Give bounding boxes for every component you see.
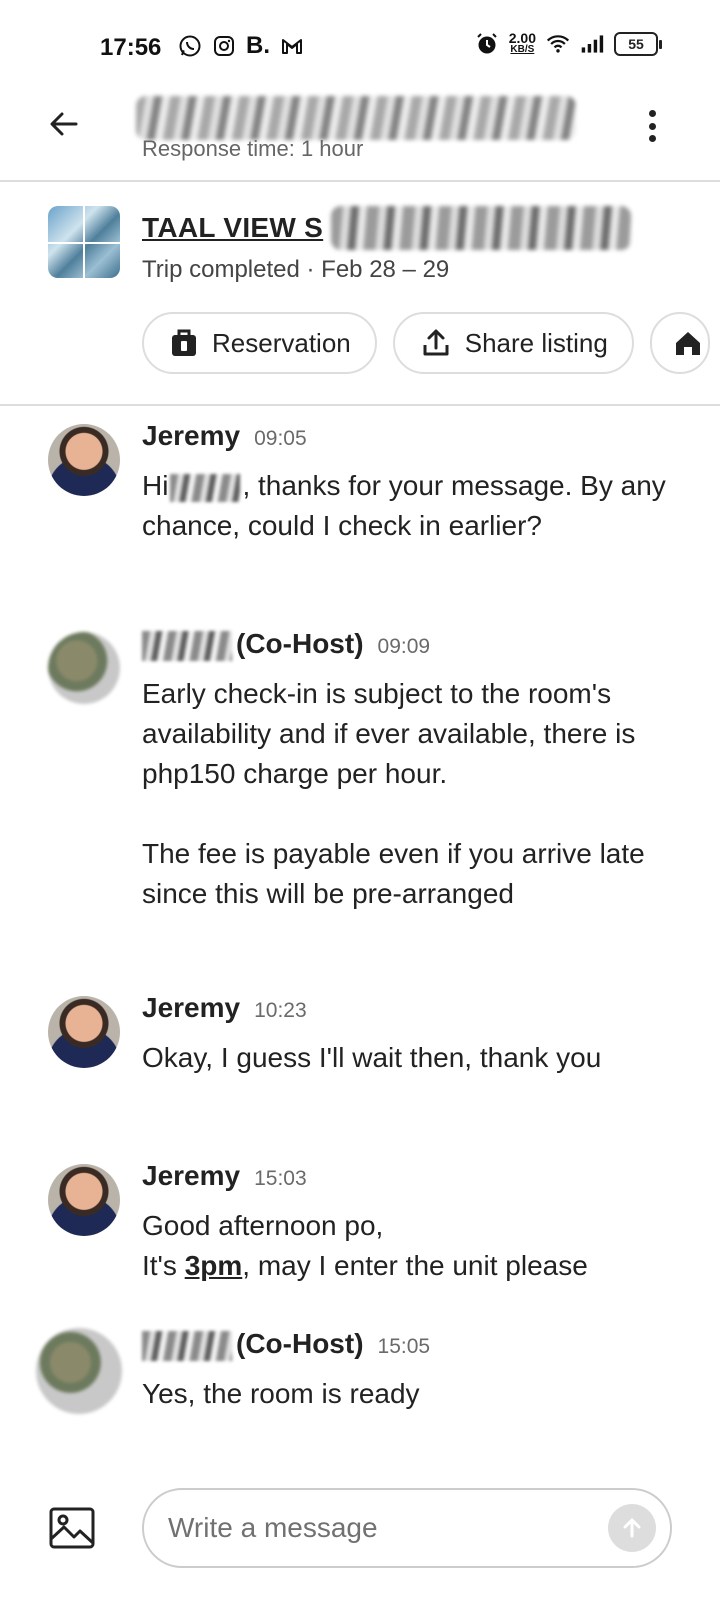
sender-name: (Co-Host) [142,628,364,661]
listing-title-redacted [331,206,632,250]
attach-photo-button[interactable] [48,1506,96,1550]
send-button[interactable] [608,1504,656,1552]
back-arrow-icon [50,112,78,136]
share-icon [423,329,449,356]
name-redacted [170,473,241,502]
instagram-icon [212,34,236,58]
listing-card: TAAL VIEW S Trip completed · Feb 28 – 29… [0,184,720,406]
listing-action-chips: Reservation Share listing [142,312,710,374]
message-time: 15:05 [377,1335,431,1358]
home-icon [675,332,700,355]
booking-icon: B. [246,32,270,59]
wifi-icon [546,32,570,56]
message-input[interactable] [142,1488,672,1568]
avatar[interactable] [48,1164,120,1236]
sender-name: (Co-Host) [142,1328,364,1361]
back-button[interactable] [44,104,84,144]
alarm-icon [475,32,499,56]
message-body: Hi, thanks for your message. By any chan… [142,470,674,541]
share-listing-label: Share listing [464,327,608,358]
name-redacted [142,1330,232,1361]
time-link[interactable]: 3pm [185,1250,243,1281]
trip-status: Trip completed · Feb 28 – 29 [142,256,450,283]
send-arrow-icon [623,1518,641,1538]
gmail-icon [280,34,304,58]
message-time: 09:05 [254,427,307,450]
reservation-label: Reservation [212,327,351,358]
message-thread: Jeremy 09:05 Hi, thanks for your message… [0,416,720,1436]
message-composer [0,1488,720,1572]
listing-title-row[interactable]: TAAL VIEW S [142,206,632,250]
more-dot-icon [648,135,656,142]
message-body: Yes, the room is ready [142,1378,420,1409]
sender-name: Jeremy [142,420,241,451]
image-icon [49,1507,95,1549]
sender-name: Jeremy [142,992,241,1023]
avatar[interactable] [36,1328,122,1414]
more-dot-icon [648,110,656,117]
name-redacted [142,630,232,661]
chat-header: Response time: 1 hour [0,96,720,182]
more-options-button[interactable] [642,106,662,146]
message-time: 15:03 [254,1167,307,1190]
battery-icon: 55 [614,32,662,56]
notification-icons: B. [178,34,304,58]
message-time: 10:23 [254,999,307,1022]
listing-home-button[interactable] [649,312,710,374]
system-icons: 2.00 KB/S 55 [475,30,662,56]
sender-name: Jeremy [142,1160,241,1191]
share-listing-button[interactable]: Share listing [392,312,634,374]
more-dot-icon [648,122,656,130]
host-name-redacted [136,96,576,140]
reservation-button[interactable]: Reservation [142,312,377,374]
listing-thumbnail[interactable] [48,206,120,278]
whatsapp-icon [178,34,202,58]
network-speed: 2.00 KB/S [508,30,536,55]
avatar[interactable] [48,424,120,496]
status-time: 17:56 [100,34,162,61]
suitcase-icon [172,329,196,356]
response-time: Response time: 1 hour [142,136,364,161]
message-time: 09:09 [377,635,431,658]
avatar[interactable] [48,632,120,704]
message-body: Early check-in is subject to the room's … [142,678,645,909]
status-bar: 17:56 B. 2.00 KB/S 55 [0,0,720,96]
avatar[interactable] [48,996,120,1068]
signal-icon [580,32,604,56]
listing-title[interactable]: TAAL VIEW S [142,212,323,244]
message-body: Okay, I guess I'll wait then, thank you [142,1042,602,1073]
message-body: Good afternoon po, It's 3pm, may I enter… [142,1210,588,1281]
